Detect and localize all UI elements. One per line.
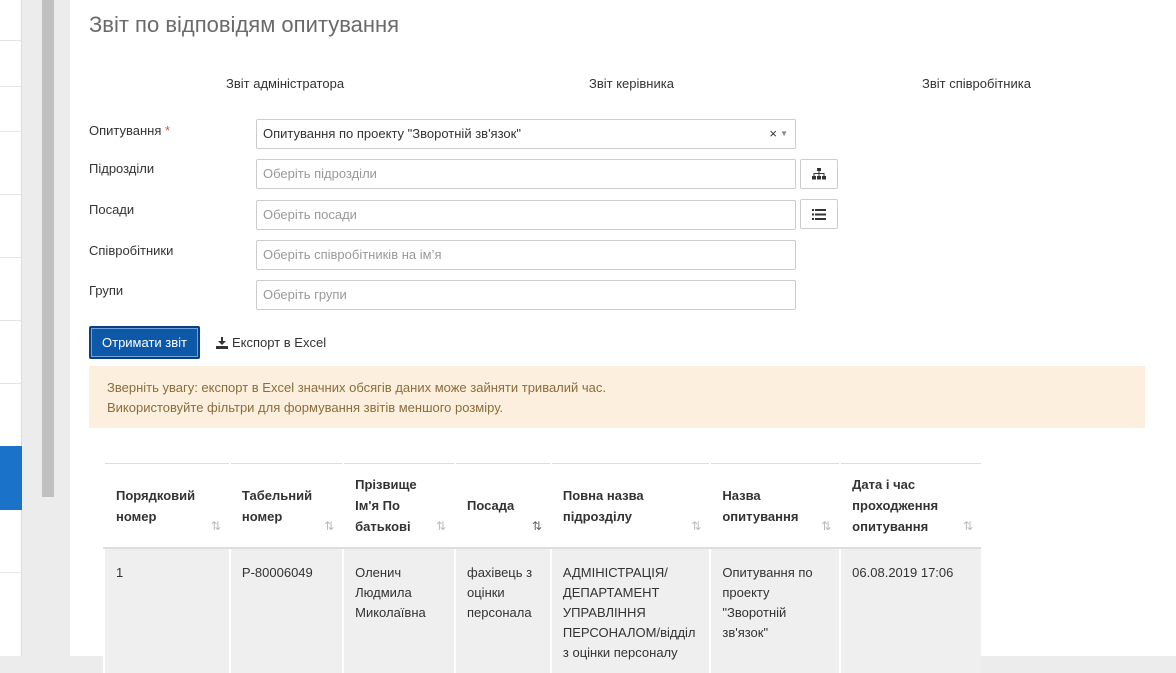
tab-admin-report[interactable]: Звіт адміністратора xyxy=(226,76,344,91)
sort-icon[interactable]: ⇅ xyxy=(691,516,701,537)
page-title: Звіт по відповідям опитування xyxy=(89,12,400,37)
col-header-date[interactable]: Дата і час проходження опитування ⇅ xyxy=(839,463,981,549)
survey-select-value: Опитування по проекту "Зворотній зв'язок… xyxy=(263,126,521,141)
warning-notice: Зверніть увагу: експорт в Excel значних … xyxy=(89,366,1145,428)
employees-input[interactable]: Оберіть співробітників на ім’я xyxy=(256,240,796,270)
col-header-label: Табельний номер xyxy=(241,487,313,524)
table-header-row: Порядковий номер ⇅ Табельний номер ⇅ Прізв… xyxy=(103,463,981,549)
col-header-full-name[interactable]: Прізвище Ім'я По батькові ⇅ xyxy=(342,463,455,549)
sort-icon[interactable]: ⇅ xyxy=(211,516,221,537)
scrollbar-thumb[interactable] xyxy=(42,0,54,497)
col-header-order-number[interactable]: Порядковий номер ⇅ xyxy=(103,463,230,549)
table-row[interactable]: 1 P-80006049 Оленич Людмила Миколаївна ф… xyxy=(103,548,981,673)
sort-icon[interactable]: ⇅ xyxy=(436,516,446,537)
survey-select[interactable]: Опитування по проекту "Зворотній зв'язок… xyxy=(256,119,796,149)
sidebar-divider xyxy=(0,86,22,87)
clear-icon[interactable]: × xyxy=(769,120,777,148)
left-sidebar xyxy=(0,0,22,656)
org-chart-icon xyxy=(812,168,826,180)
list-icon xyxy=(812,208,826,220)
sort-icon[interactable]: ⇅ xyxy=(324,516,334,537)
col-header-personnel-number[interactable]: Табельний номер ⇅ xyxy=(228,463,344,549)
groups-label: Групи xyxy=(89,283,124,298)
sidebar-divider xyxy=(0,383,22,384)
sidebar-active-item[interactable] xyxy=(0,446,22,510)
groups-input[interactable]: Оберіть групи xyxy=(256,280,796,310)
tab-employee-report[interactable]: Звіт співробітника xyxy=(922,76,1031,91)
positions-label: Посади xyxy=(89,202,135,217)
download-icon xyxy=(216,336,228,349)
export-excel-link[interactable]: Експорт в Excel xyxy=(216,335,326,350)
cell-position: фахівець з оцінки персонала xyxy=(454,548,551,673)
col-header-label: Повна назва підрозділу xyxy=(562,487,644,524)
positions-list-button[interactable] xyxy=(800,199,838,229)
col-header-label: Назва опитування xyxy=(722,487,799,524)
notice-line-1: Зверніть увагу: експорт в Excel значних … xyxy=(107,380,607,395)
cell-personnel-number: P-80006049 xyxy=(228,548,344,673)
chevron-down-icon[interactable]: ▼ xyxy=(780,120,788,148)
divisions-label: Підрозділи xyxy=(89,161,155,176)
employees-label: Співробітники xyxy=(89,243,174,258)
sidebar-divider xyxy=(0,320,22,321)
sort-active-icon[interactable]: ⇅ xyxy=(532,516,542,537)
col-header-label: Посада xyxy=(467,498,515,513)
sort-icon[interactable]: ⇅ xyxy=(821,516,831,537)
col-header-survey-name[interactable]: Назва опитування ⇅ xyxy=(709,463,841,549)
export-excel-label: Експорт в Excel xyxy=(232,335,327,350)
col-header-label: Прізвище Ім'я По батькові xyxy=(355,477,417,534)
sort-icon[interactable]: ⇅ xyxy=(963,516,973,537)
sidebar-divider xyxy=(0,194,22,195)
col-header-label: Дата і час проходження опитування xyxy=(852,477,939,534)
sidebar-divider xyxy=(0,257,22,258)
sidebar-divider xyxy=(0,40,22,41)
cell-division: АДМІНІСТРАЦІЯ/ ДЕПАРТАМЕНТ УПРАВЛІННЯ ПЕ… xyxy=(549,548,711,673)
divisions-tree-button[interactable] xyxy=(800,159,838,189)
cell-survey-name: Опитування по проекту "Зворотній зв'язок… xyxy=(709,548,841,673)
divisions-input[interactable]: Оберіть підрозділи xyxy=(256,159,796,189)
survey-label: Опитування * xyxy=(89,123,170,138)
cell-order-number: 1 xyxy=(103,548,230,673)
cell-full-name: Оленич Людмила Миколаївна xyxy=(342,548,455,673)
col-header-label: Порядковий номер xyxy=(116,487,196,524)
notice-line-2: Використовуйте фільтри для формування зв… xyxy=(107,400,504,415)
get-report-button[interactable]: Отримати звіт xyxy=(89,326,200,359)
report-table: Порядковий номер ⇅ Табельний номер ⇅ Прізв… xyxy=(103,463,981,673)
tab-manager-report[interactable]: Звіт керівника xyxy=(589,76,674,91)
sidebar-divider xyxy=(0,131,22,132)
positions-input[interactable]: Оберіть посади xyxy=(256,200,796,230)
col-header-division[interactable]: Повна назва підрозділу ⇅ xyxy=(549,463,711,549)
cell-date: 06.08.2019 17:06 xyxy=(839,548,981,673)
survey-label-text: Опитування xyxy=(89,123,162,138)
col-header-position[interactable]: Посада ⇅ xyxy=(454,463,551,549)
sidebar-divider xyxy=(0,572,22,573)
required-mark: * xyxy=(165,123,171,138)
